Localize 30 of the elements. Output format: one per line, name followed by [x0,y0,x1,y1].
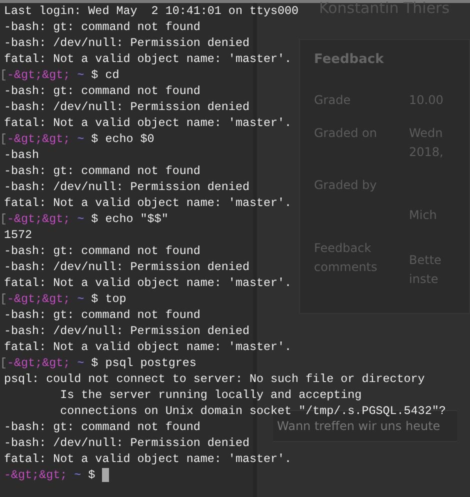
output-line: -bash: gt: command not found [4,419,200,435]
prompt-line: [-&gt;&gt; ~ $ echo $0 [4,131,154,147]
output-line: 1572 [4,227,32,243]
prompt-line: [-&gt;&gt; ~ $ cd [4,67,120,83]
output-line: -bash [4,147,40,163]
output-line: fatal: Not a valid object name: 'master'. [4,339,292,355]
output-line: fatal: Not a valid object name: 'master'. [4,51,292,67]
output-line: -bash: gt: command not found [4,243,200,259]
output-line: -bash: /dev/null: Permission denied [4,35,250,51]
output-line: fatal: Not a valid object name: 'master'. [4,195,292,211]
output-line: -bash: gt: command not found [4,83,200,99]
output-line: -bash: /dev/null: Permission denied [4,179,250,195]
output-line: fatal: Not a valid object name: 'master'. [4,451,292,467]
feedback-title: Feedback [314,52,385,67]
output-line: -bash: /dev/null: Permission denied [4,435,250,451]
output-line: -bash: gt: command not found [4,307,200,323]
output-line: fatal: Not a valid object name: 'master'. [4,115,292,131]
output-line: -bash: /dev/null: Permission denied [4,99,250,115]
prompt-line: -&gt;&gt; ~ $ [4,467,96,483]
output-line: -bash: gt: command not found [4,19,200,35]
output-line: -bash: gt: command not found [4,163,200,179]
output-line: psql: could not connect to server: No such file or directory [4,371,425,387]
output-line: Last login: Wed May 2 10:41:01 on ttys000 [4,3,299,19]
output-line: -bash: /dev/null: Permission denied [4,259,250,275]
prompt-line: [-&gt;&gt; ~ $ echo "$$" [4,211,168,227]
prompt-line: [-&gt;&gt; ~ $ psql postgres [4,355,196,371]
prompt-line: [-&gt;&gt; ~ $ top [4,291,126,307]
output-line: Is the server running locally and accepting [59,387,362,403]
output-line: fatal: Not a valid object name: 'master'. [4,275,292,291]
output-line: -bash: /dev/null: Permission denied [4,323,250,339]
